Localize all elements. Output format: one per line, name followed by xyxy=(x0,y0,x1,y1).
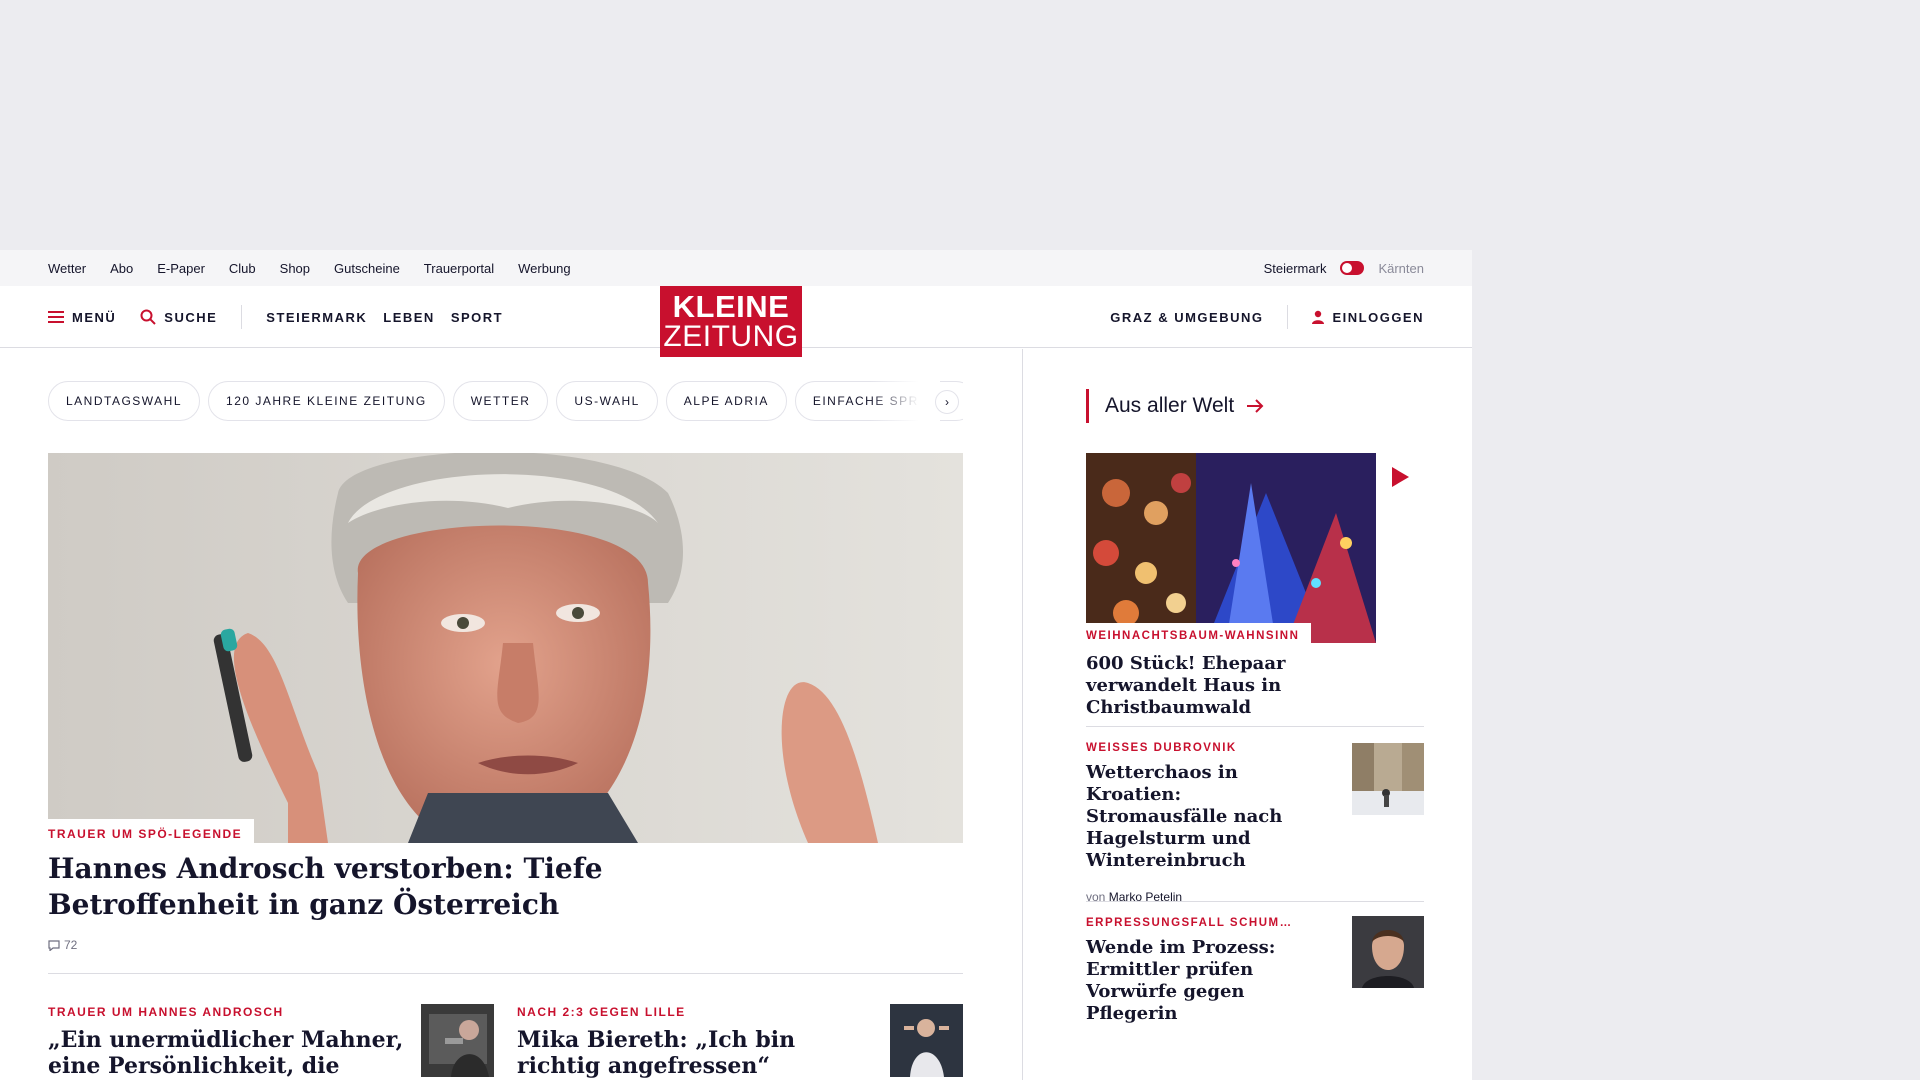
main-nav-right: GRAZ & UMGEBUNG EINLOGGEN xyxy=(1110,286,1424,348)
page: Wetter Abo E-Paper Club Shop Gutscheine … xyxy=(0,250,1472,1080)
sidebar-section-header[interactable]: Aus aller Welt xyxy=(1086,389,1264,423)
utility-link-gutscheine[interactable]: Gutscheine xyxy=(334,261,400,276)
teaser-2-title: Mika Biereth: „Ich bin richtig angefress… xyxy=(517,1027,796,1079)
utility-links: Wetter Abo E-Paper Club Shop Gutscheine … xyxy=(48,250,571,286)
utility-link-epaper[interactable]: E-Paper xyxy=(157,261,205,276)
featured-image[interactable] xyxy=(1086,453,1376,643)
hamburger-icon xyxy=(48,311,64,323)
sidebar-article-2-photo xyxy=(1352,916,1424,988)
main-column: LANDTAGSWAHL 120 JAHRE KLEINE ZEITUNG WE… xyxy=(0,349,1023,1080)
login-button[interactable]: EINLOGGEN xyxy=(1312,310,1424,325)
sidebar-article-2-title: Wende im Prozess: Ermittler prüfen Vorwü… xyxy=(1086,937,1276,1024)
utility-bar: Wetter Abo E-Paper Club Shop Gutscheine … xyxy=(0,250,1472,286)
sidebar-divider-2 xyxy=(1086,901,1424,902)
utility-link-club[interactable]: Club xyxy=(229,261,256,276)
nav-local-link[interactable]: GRAZ & UMGEBUNG xyxy=(1110,310,1263,325)
teaser-1-title: „Ein unermüdlicher Mahner, eine Persönli… xyxy=(48,1027,404,1080)
search-icon xyxy=(140,309,156,325)
teaser-1[interactable]: TRAUER UM HANNES ANDROSCH „Ein unermüdli… xyxy=(48,1005,408,1080)
featured-kicker: WEIHNACHTSBAUM-WAHNSINN xyxy=(1086,623,1312,646)
featured-photo xyxy=(1086,453,1376,643)
teaser-2-photo xyxy=(890,1004,963,1077)
search-button[interactable]: SUCHE xyxy=(140,309,217,325)
hero-divider xyxy=(48,973,963,974)
site-logo[interactable]: KLEINE ZEITUNG xyxy=(660,286,802,357)
sidebar-article-2-image[interactable] xyxy=(1352,916,1424,988)
featured-title[interactable]: 600 Stück! Ehepaar verwandelt Haus in Ch… xyxy=(1086,653,1386,719)
teaser-2-image[interactable] xyxy=(890,1004,963,1077)
nav-section-sport[interactable]: SPORT xyxy=(451,310,503,325)
topic-chips: LANDTAGSWAHL 120 JAHRE KLEINE ZEITUNG WE… xyxy=(48,381,963,421)
menu-label: MENÜ xyxy=(72,309,117,325)
teaser-1-kicker: TRAUER UM HANNES ANDROSCH xyxy=(48,1005,284,1019)
nav-divider-right xyxy=(1287,305,1289,329)
hero-title[interactable]: Hannes Androsch verstorben: Tiefe Betrof… xyxy=(48,851,748,923)
play-icon xyxy=(1392,467,1409,487)
chips-next-button[interactable]: › xyxy=(935,390,959,414)
nav-divider xyxy=(241,305,243,329)
logo-line-2: ZEITUNG xyxy=(663,320,799,353)
sidebar-article-2-kicker: ERPRESSUNGSFALL SCHUM… xyxy=(1086,917,1293,929)
sidebar-section-title: Aus aller Welt xyxy=(1105,394,1235,417)
nav-section-leben[interactable]: LEBEN xyxy=(383,310,435,325)
main-nav: MENÜ SUCHE STEIERMARK LEBEN SPORT KLEINE… xyxy=(0,286,1472,357)
arrow-right-icon xyxy=(1247,399,1264,413)
search-label: SUCHE xyxy=(164,309,218,325)
region-inactive-label[interactable]: Kärnten xyxy=(1378,261,1424,276)
hero-photo xyxy=(48,453,963,843)
sidebar-article-1-kicker: WEISSES DUBROVNIK xyxy=(1086,742,1237,754)
login-label: EINLOGGEN xyxy=(1332,309,1424,325)
utility-link-shop[interactable]: Shop xyxy=(280,261,310,276)
region-active-label[interactable]: Steiermark xyxy=(1264,261,1327,276)
comment-count: 72 xyxy=(64,938,78,952)
main-nav-left: MENÜ SUCHE STEIERMARK LEBEN SPORT xyxy=(48,286,503,348)
utility-link-wetter[interactable]: Wetter xyxy=(48,261,86,276)
comment-icon xyxy=(48,939,60,951)
hero-comments[interactable]: 72 xyxy=(48,938,77,952)
utility-link-trauerportal[interactable]: Trauerportal xyxy=(424,261,494,276)
sidebar: Aus aller Welt WEIHNACHTSBAUM-WAHNSINN 6… xyxy=(1024,349,1472,1080)
chip-us-wahl[interactable]: US-WAHL xyxy=(556,381,658,421)
hero-image[interactable] xyxy=(48,453,963,843)
sidebar-article-1-title: Wetterchaos in Kroatien: Stromausfälle n… xyxy=(1086,762,1283,871)
teaser-1-image[interactable] xyxy=(421,1004,494,1077)
utility-link-werbung[interactable]: Werbung xyxy=(518,261,571,276)
hero-kicker: TRAUER UM SPÖ-LEGENDE xyxy=(48,819,255,846)
nav-section-steiermark[interactable]: STEIERMARK xyxy=(266,310,367,325)
video-play-button[interactable] xyxy=(1376,453,1424,501)
sidebar-article-1-photo xyxy=(1352,743,1424,815)
sidebar-article-2[interactable]: ERPRESSUNGSFALL SCHUM… Wende im Prozess:… xyxy=(1086,917,1316,1025)
chip-120-jahre[interactable]: 120 JAHRE KLEINE ZEITUNG xyxy=(208,381,445,421)
chevron-right-icon: › xyxy=(945,395,949,409)
user-icon xyxy=(1312,310,1325,324)
sidebar-article-1[interactable]: WEISSES DUBROVNIK Wetterchaos in Kroatie… xyxy=(1086,742,1316,904)
utility-link-abo[interactable]: Abo xyxy=(110,261,133,276)
region-toggle[interactable] xyxy=(1340,261,1365,275)
chip-wetter[interactable]: WETTER xyxy=(452,381,549,421)
teaser-1-photo xyxy=(421,1004,494,1077)
region-switch: Steiermark Kärnten xyxy=(1264,250,1424,286)
teaser-2-kicker: NACH 2:3 GEGEN LILLE xyxy=(517,1005,686,1019)
logo-line-1: KLEINE xyxy=(672,289,790,324)
chips-fade xyxy=(870,381,940,421)
sidebar-article-1-image[interactable] xyxy=(1352,743,1424,815)
menu-button[interactable]: MENÜ xyxy=(48,310,116,325)
chip-landtagswahl[interactable]: LANDTAGSWAHL xyxy=(48,381,201,421)
sidebar-divider-1 xyxy=(1086,726,1424,727)
chip-alpe-adria[interactable]: ALPE ADRIA xyxy=(665,381,787,421)
teaser-2[interactable]: NACH 2:3 GEGEN LILLE Mika Biereth: „Ich … xyxy=(517,1005,817,1079)
